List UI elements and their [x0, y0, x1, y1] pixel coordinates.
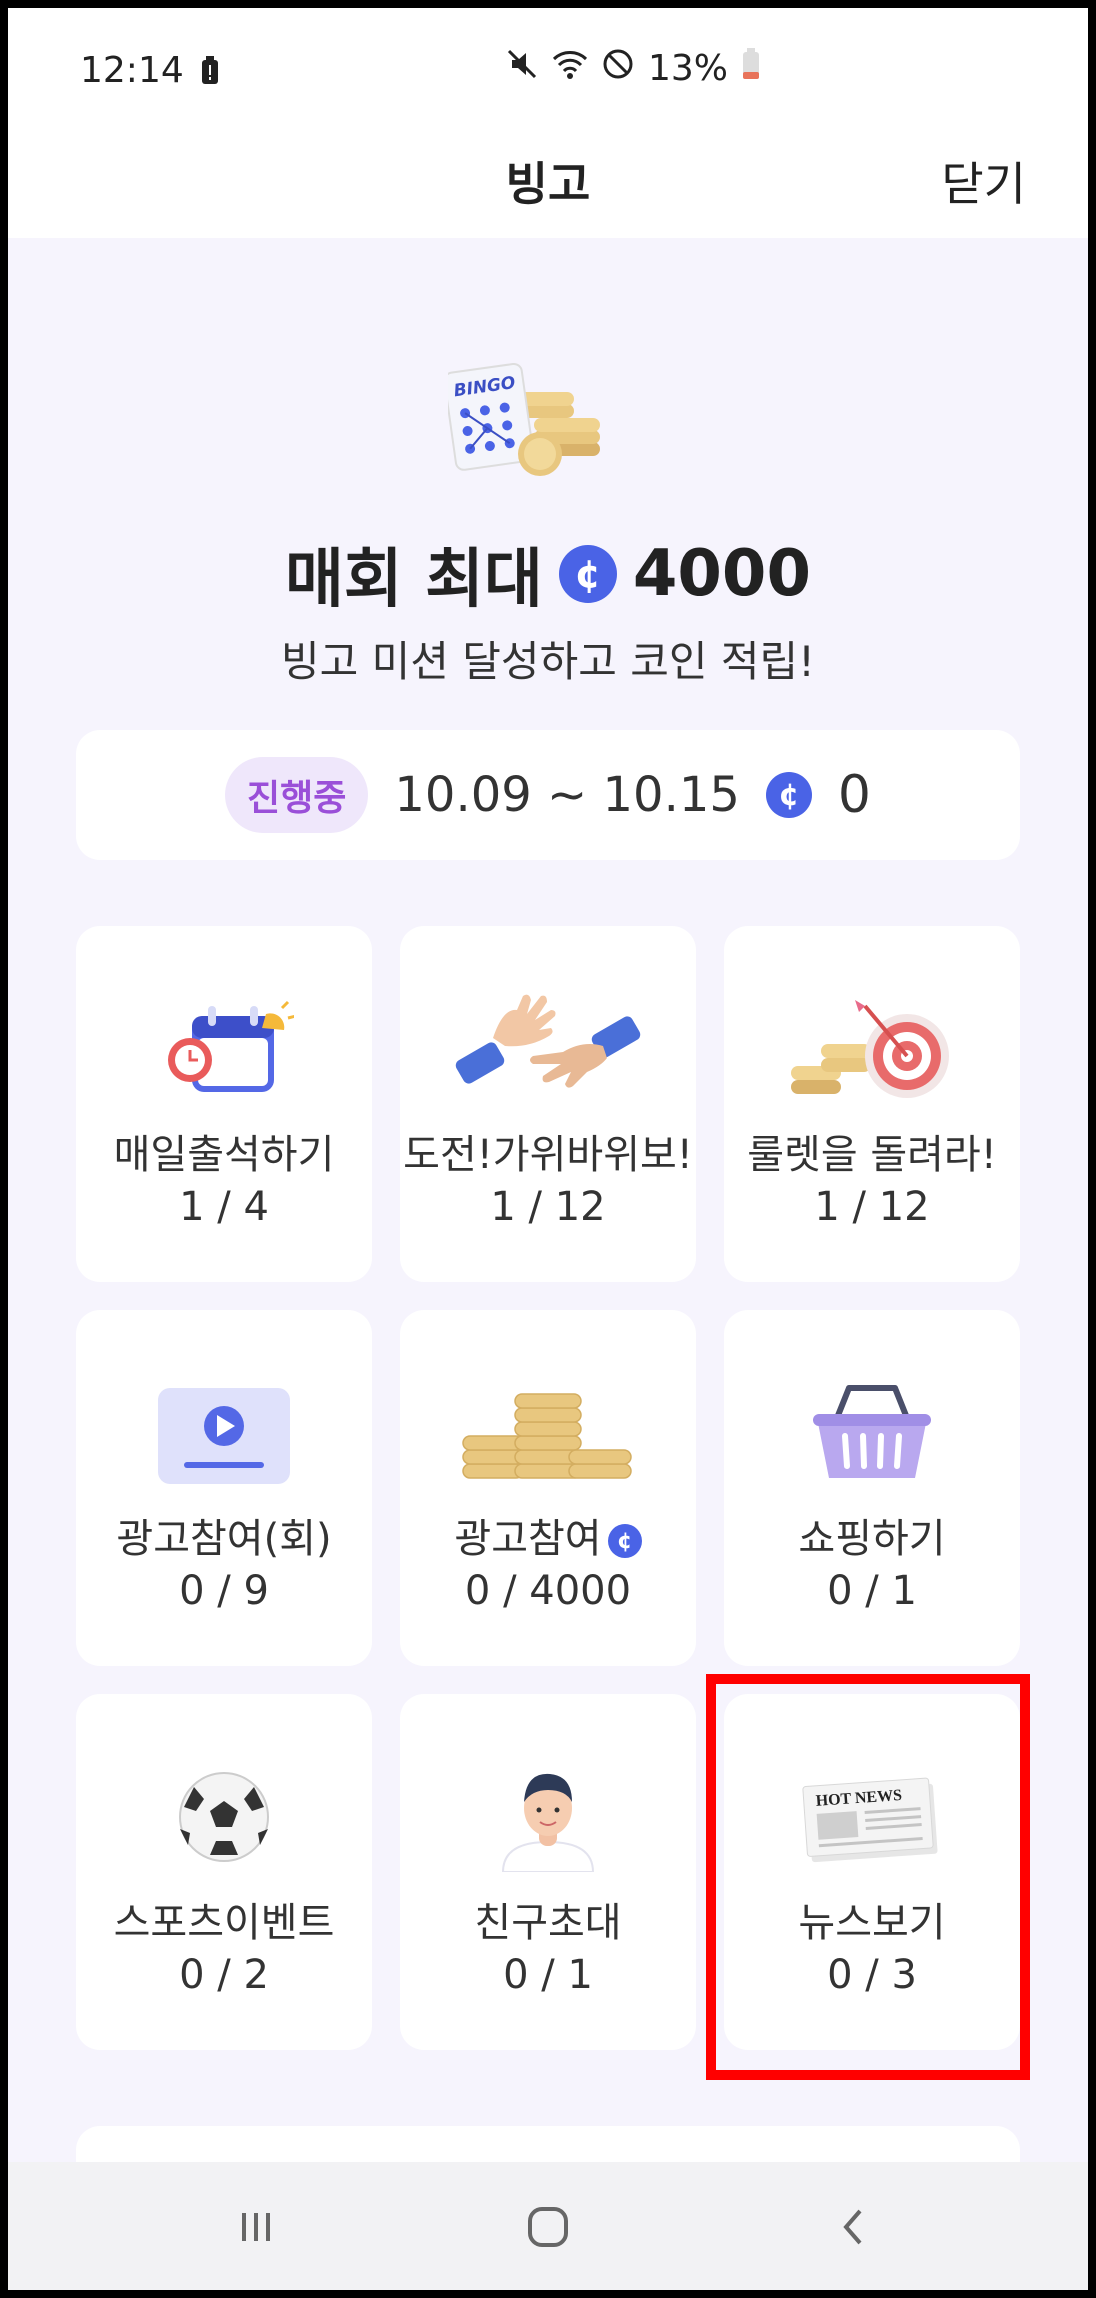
newspaper-icon: HOT NEWS [724, 1742, 1020, 1892]
home-button[interactable] [488, 2192, 608, 2262]
mute-icon [506, 48, 538, 89]
app-header: 빙고 닫기 [8, 118, 1088, 238]
status-time: 12:14 [80, 50, 184, 91]
target-icon [724, 974, 1020, 1124]
wifi-icon [552, 48, 588, 89]
coin-icon: ¢ [765, 772, 812, 818]
mission-count: 0 / 3 [827, 1952, 917, 1998]
mission-label: 룰렛을 돌려라! [747, 1132, 997, 1178]
person-avatar-icon [400, 1742, 696, 1892]
mission-count: 1 / 12 [490, 1184, 606, 1230]
mission-label: 쇼핑하기 [798, 1516, 946, 1562]
battery-alert-icon [200, 56, 220, 90]
mission-count: 0 / 2 [179, 1952, 269, 1998]
hero-title-prefix: 매회 최대 [285, 543, 543, 617]
mission-label: 스포츠이벤트 [113, 1900, 335, 1946]
mission-count: 0 / 1 [827, 1568, 917, 1614]
mission-count: 1 / 12 [814, 1184, 930, 1230]
mission-count: 0 / 4000 [464, 1568, 632, 1614]
mission-label: 매일출석하기 [113, 1132, 335, 1178]
dnd-icon [602, 48, 634, 89]
mission-count: 0 / 9 [179, 1568, 269, 1614]
mission-count: 0 / 1 [503, 1952, 593, 1998]
mission-label: 도전!가위바위보! [403, 1132, 693, 1178]
coin-icon: ¢ [607, 1524, 642, 1558]
mission-tile-news[interactable]: HOT NEWS 뉴스보기 0 / 3 [724, 1694, 1020, 2050]
mission-label: 광고참여(회) [116, 1516, 332, 1562]
back-button[interactable] [794, 2192, 914, 2262]
bingo-illustration-icon: BINGO [443, 358, 648, 488]
mission-label: 뉴스보기 [798, 1900, 946, 1946]
soccer-ball-icon [76, 1742, 372, 1892]
mission-tile-invite[interactable]: 친구초대 0 / 1 [400, 1694, 696, 2050]
mission-tile-ad-coins[interactable]: 광고참여 ¢ 0 / 4000 [400, 1310, 696, 1666]
coin-stack-icon [400, 1358, 696, 1508]
back-icon [843, 2209, 862, 2245]
mission-tile-sports[interactable]: 스포츠이벤트 0 / 2 [76, 1694, 372, 2050]
close-button[interactable]: 닫기 [941, 148, 1026, 214]
status-bar: 12:14 13% [8, 8, 1088, 118]
mission-tile-ad-views[interactable]: 광고참여(회) 0 / 9 [76, 1310, 372, 1666]
rock-paper-scissors-icon [400, 974, 696, 1124]
mission-count: 1 / 4 [179, 1184, 269, 1230]
status-icons: 13% [506, 48, 760, 89]
recent-apps-button[interactable] [196, 2192, 316, 2262]
home-icon [528, 2207, 568, 2247]
coin-icon: ¢ [558, 545, 617, 603]
mission-label-text: 광고참여 [454, 1516, 602, 1562]
battery-icon [742, 48, 760, 89]
hero-subtitle: 빙고 미션 달성하고 코인 적립! [281, 637, 815, 686]
mission-label: 광고참여 ¢ [400, 1506, 696, 1564]
mission-tile-shopping[interactable]: 쇼핑하기 0 / 1 [724, 1310, 1020, 1666]
navigation-bar [8, 2162, 1088, 2290]
app-screen: 12:14 13% 빙고 닫기 BINGO 매회 최대 ¢ 4000 빙고 미션… [8, 8, 1088, 2290]
period-range: 10.09 ~ 10.15 [394, 767, 740, 823]
hero-title: 매회 최대 ¢ 4000 [8, 528, 1088, 620]
mission-tile-attendance[interactable]: 매일출석하기 1 / 4 [76, 926, 372, 1282]
mission-tile-roulette[interactable]: 룰렛을 돌려라! 1 / 12 [724, 926, 1020, 1282]
coin-balance: 0 [837, 765, 872, 825]
hero-title-amount: 4000 [632, 537, 811, 611]
recent-apps-icon [242, 2213, 270, 2241]
page-title: 빙고 [505, 157, 591, 211]
period-card: 진행중 10.09 ~ 10.15 ¢ 0 [76, 730, 1020, 860]
battery-percent: 13% [648, 48, 729, 89]
status-badge: 진행중 [224, 757, 369, 833]
mission-tile-rps[interactable]: 도전!가위바위보! 1 / 12 [400, 926, 696, 1282]
mission-label: 친구초대 [474, 1900, 622, 1946]
video-play-icon [76, 1358, 372, 1508]
calendar-icon [76, 974, 372, 1124]
shopping-basket-icon [724, 1358, 1020, 1508]
